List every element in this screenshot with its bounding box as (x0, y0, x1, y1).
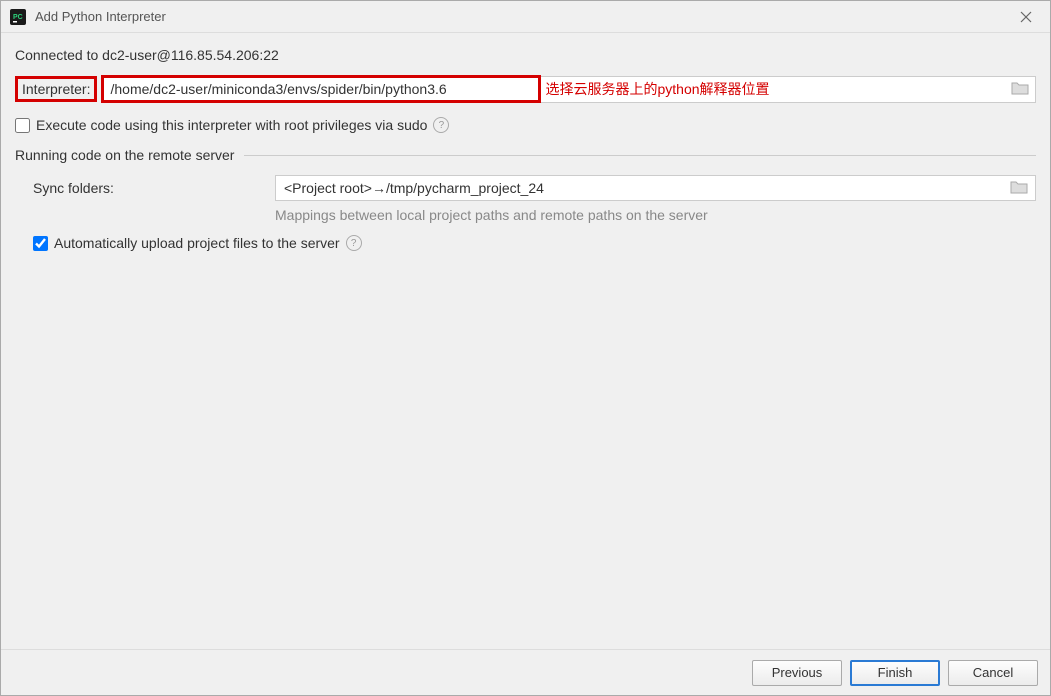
sudo-label[interactable]: Execute code using this interpreter with… (36, 117, 427, 133)
button-bar: Previous Finish Cancel (1, 649, 1050, 695)
auto-upload-label[interactable]: Automatically upload project files to th… (54, 235, 340, 251)
connection-status: Connected to dc2-user@116.85.54.206:22 (15, 45, 1036, 65)
interpreter-label-highlight: Interpreter: (15, 76, 97, 102)
sync-folders-row: Sync folders: (15, 175, 1036, 201)
pycharm-icon: PC (9, 8, 27, 26)
sync-folders-input[interactable] (275, 175, 1036, 201)
interpreter-label: Interpreter: (22, 81, 90, 97)
sync-folders-label: Sync folders: (33, 180, 275, 196)
interpreter-path-highlight (101, 75, 541, 103)
section-divider (244, 155, 1036, 156)
interpreter-path-extension: 选择云服务器上的python解释器位置 (541, 76, 1036, 103)
remote-section-title: Running code on the remote server (15, 147, 244, 163)
sudo-row: Execute code using this interpreter with… (15, 115, 1036, 147)
auto-upload-row: Automatically upload project files to th… (15, 235, 1036, 251)
remote-section-header: Running code on the remote server (15, 147, 1036, 163)
interpreter-annotation: 选择云服务器上的python解释器位置 (541, 79, 769, 99)
dialog-content: Connected to dc2-user@116.85.54.206:22 I… (1, 33, 1050, 649)
browse-folder-icon[interactable] (1011, 81, 1029, 98)
svg-text:PC: PC (13, 14, 23, 21)
previous-button[interactable]: Previous (752, 660, 842, 686)
dialog-window: PC Add Python Interpreter Connected to d… (0, 0, 1051, 696)
sync-mappings-hint: Mappings between local project paths and… (15, 207, 1036, 223)
sync-folders-input-wrap (275, 175, 1036, 201)
close-icon[interactable] (1010, 4, 1042, 30)
sync-browse-folder-icon[interactable] (1010, 180, 1028, 197)
interpreter-row: Interpreter: 选择云服务器上的python解释器位置 (15, 75, 1036, 103)
interpreter-path-input[interactable] (104, 78, 538, 100)
sudo-checkbox[interactable] (15, 118, 30, 133)
auto-upload-checkbox[interactable] (33, 236, 48, 251)
help-icon[interactable]: ? (346, 235, 362, 251)
help-icon[interactable]: ? (433, 117, 449, 133)
titlebar: PC Add Python Interpreter (1, 1, 1050, 33)
cancel-button[interactable]: Cancel (948, 660, 1038, 686)
finish-button[interactable]: Finish (850, 660, 940, 686)
window-title: Add Python Interpreter (35, 9, 1010, 24)
